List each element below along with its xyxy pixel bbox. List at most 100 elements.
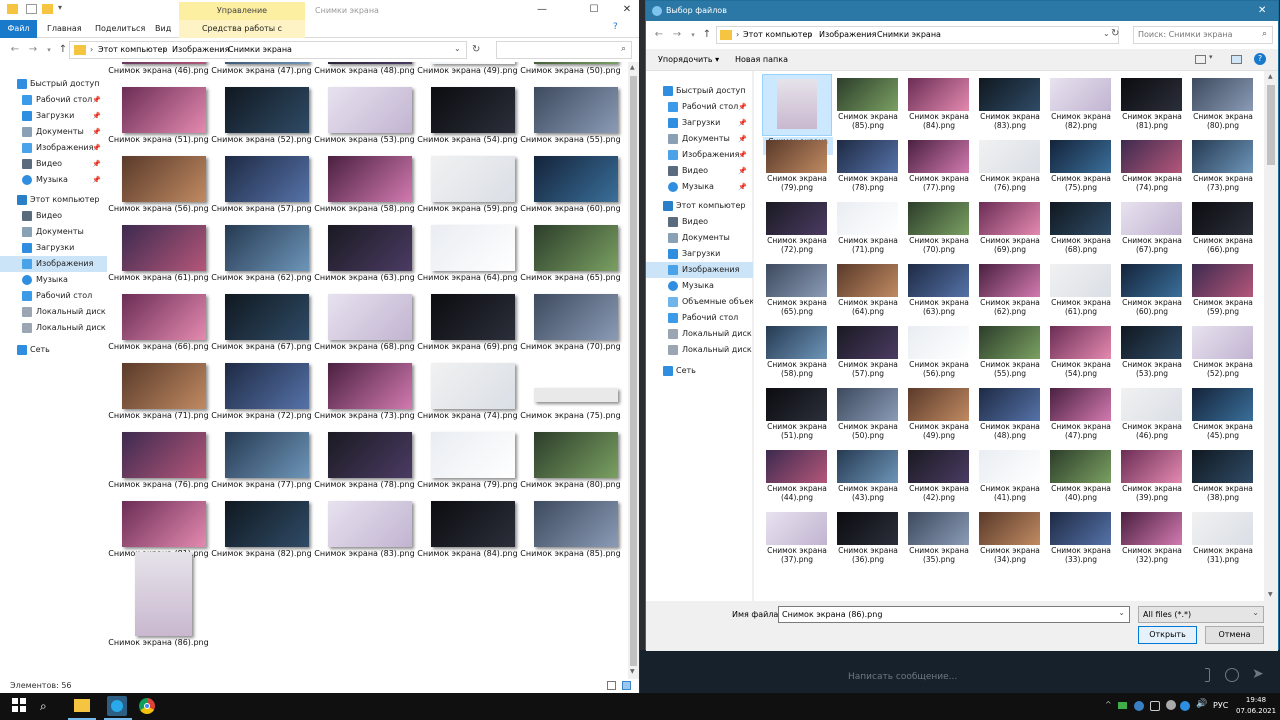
file-tile[interactable]: Снимок экрана (43).png bbox=[833, 446, 903, 508]
scroll-down-icon[interactable]: ▼ bbox=[630, 668, 635, 675]
sidebar-item-network[interactable]: Сеть bbox=[646, 363, 753, 379]
file-tile[interactable]: Снимок экрана (73).png bbox=[1188, 136, 1258, 198]
file-tile[interactable]: Снимок экрана (77).png bbox=[210, 432, 313, 501]
new-folder-button[interactable]: Новая папка bbox=[735, 55, 788, 64]
file-tile[interactable]: Снимок экрана (55).png bbox=[975, 322, 1045, 384]
address-dropdown-icon[interactable]: ⌄ bbox=[454, 44, 461, 53]
file-tile[interactable]: Снимок экрана (76).png bbox=[107, 432, 210, 501]
breadcrumb-item[interactable]: Этот компьютер bbox=[98, 45, 167, 54]
sidebar-item-downloads[interactable]: Загрузки 📌 bbox=[0, 108, 107, 124]
scrollbar-thumb[interactable] bbox=[1267, 85, 1275, 165]
file-tile[interactable]: Снимок экрана (69).png bbox=[975, 198, 1045, 260]
language-indicator[interactable]: РУС bbox=[1213, 701, 1228, 710]
file-tile[interactable]: Снимок экрана (82).png bbox=[210, 501, 313, 570]
search-input[interactable]: ⌕ bbox=[496, 41, 632, 59]
file-explorer-taskbar-icon[interactable] bbox=[74, 699, 90, 712]
file-tile[interactable]: Снимок экрана (80).png bbox=[519, 432, 622, 501]
file-tile[interactable]: Снимок экрана (86).png bbox=[107, 552, 210, 647]
file-tile[interactable]: Снимок экрана (55).png bbox=[519, 87, 622, 156]
vertical-scrollbar[interactable]: ▲ ▼ bbox=[628, 62, 639, 679]
cancel-button[interactable]: Отмена bbox=[1205, 626, 1264, 644]
file-tile[interactable]: Снимок экрана (47).png bbox=[1046, 384, 1116, 446]
file-tile[interactable]: Снимок экрана (76).png bbox=[975, 136, 1045, 198]
minimize-button[interactable]: — bbox=[528, 2, 556, 18]
tray-app-icon[interactable] bbox=[1150, 701, 1160, 711]
open-button[interactable]: Открыть bbox=[1138, 626, 1197, 644]
sidebar-item-pc-pictures[interactable]: Изображения bbox=[0, 256, 107, 272]
sidebar-item-quick-access[interactable]: Быстрый доступ bbox=[0, 76, 107, 92]
details-view-icon[interactable] bbox=[607, 681, 616, 690]
sidebar-item-music[interactable]: Музыка 📌 bbox=[646, 179, 753, 195]
sidebar-item-documents[interactable]: Документы 📌 bbox=[646, 131, 753, 147]
file-tile[interactable]: Снимок экрана (69).png bbox=[416, 294, 519, 363]
quick-access-dropdown-icon[interactable]: ▾ bbox=[58, 3, 62, 12]
tab-home[interactable]: Главная bbox=[47, 20, 82, 38]
sidebar-item-pc-video[interactable]: Видео bbox=[646, 214, 753, 230]
file-tile[interactable]: Снимок экрана (85).png bbox=[519, 501, 622, 570]
sidebar-item-3d-objects[interactable]: Объемные объекты bbox=[646, 294, 753, 310]
file-tile[interactable]: Снимок экрана (60).png bbox=[1117, 260, 1187, 322]
file-tile[interactable]: Снимок экрана (59).png bbox=[1188, 260, 1258, 322]
sidebar-item-video[interactable]: Видео 📌 bbox=[0, 156, 107, 172]
file-tile[interactable]: Снимок экрана (67).png bbox=[210, 294, 313, 363]
sidebar-item-pictures[interactable]: Изображения 📌 bbox=[0, 140, 107, 156]
sidebar-item-pc-desktop[interactable]: Рабочий стол bbox=[646, 310, 753, 326]
refresh-icon[interactable]: ↻ bbox=[1111, 28, 1119, 39]
sidebar-item-pc-video[interactable]: Видео bbox=[0, 208, 107, 224]
file-tile[interactable]: Снимок экрана (46).png bbox=[107, 62, 210, 87]
up-arrow-icon[interactable]: ↑ bbox=[56, 42, 70, 58]
address-dropdown-icon[interactable]: ⌄ bbox=[1103, 29, 1110, 38]
thumbnails-view-icon[interactable] bbox=[622, 681, 631, 690]
file-tile[interactable]: Снимок экрана (56).png bbox=[107, 156, 210, 225]
up-arrow-icon[interactable]: ↑ bbox=[700, 27, 714, 43]
dialog-vertical-scrollbar[interactable]: ▲ ▼ bbox=[1264, 71, 1278, 601]
file-tile[interactable]: Снимок экрана (75).png bbox=[519, 363, 622, 432]
recent-dropdown-icon[interactable]: ▾ bbox=[686, 27, 700, 43]
file-tile[interactable]: Снимок экрана (84).png bbox=[904, 74, 974, 136]
file-tile[interactable]: Снимок экрана (83).png bbox=[313, 501, 416, 570]
file-tile[interactable]: Снимок экрана (77).png bbox=[904, 136, 974, 198]
back-arrow-icon[interactable]: ← bbox=[8, 42, 22, 58]
tray-app-icon[interactable] bbox=[1180, 701, 1190, 711]
start-windows-icon[interactable] bbox=[12, 698, 26, 712]
file-tile[interactable]: Снимок экрана (39).png bbox=[1117, 446, 1187, 508]
recent-dropdown-icon[interactable]: ▾ bbox=[42, 42, 56, 58]
help-icon[interactable]: ? bbox=[613, 22, 618, 32]
telegram-taskbar-icon[interactable] bbox=[107, 696, 127, 716]
sidebar-item-pc-downloads[interactable]: Загрузки bbox=[646, 246, 753, 262]
volume-icon[interactable]: 🔊 bbox=[1196, 699, 1207, 709]
tab-view[interactable]: Вид bbox=[155, 20, 171, 38]
file-tile[interactable]: Снимок экрана (50).png bbox=[833, 384, 903, 446]
emoji-icon[interactable] bbox=[1225, 668, 1239, 682]
file-tile[interactable]: Снимок экрана (82).png bbox=[1046, 74, 1116, 136]
sidebar-item-this-pc[interactable]: Этот компьютер bbox=[646, 198, 753, 214]
new-folder-icon[interactable] bbox=[42, 4, 53, 14]
file-tile[interactable]: Снимок экрана (66).png bbox=[107, 294, 210, 363]
file-tile[interactable]: Снимок экрана (44).png bbox=[762, 446, 832, 508]
tab-share[interactable]: Поделиться bbox=[95, 20, 145, 38]
sidebar-item-quick-access[interactable]: Быстрый доступ bbox=[646, 83, 753, 99]
send-icon[interactable]: ➤ bbox=[1252, 666, 1264, 682]
file-tile[interactable]: Снимок экрана (33).png bbox=[1046, 508, 1116, 570]
file-tile[interactable]: Снимок экрана (54).png bbox=[1046, 322, 1116, 384]
file-tile[interactable]: Снимок экрана (52).png bbox=[210, 87, 313, 156]
file-tile[interactable]: Снимок экрана (75).png bbox=[1046, 136, 1116, 198]
file-tile[interactable]: Снимок экрана (74).png bbox=[416, 363, 519, 432]
file-tile[interactable]: Снимок экрана (83).png bbox=[975, 74, 1045, 136]
file-tile[interactable]: Снимок экрана (71).png bbox=[107, 363, 210, 432]
file-tile[interactable]: Снимок экрана (34).png bbox=[975, 508, 1045, 570]
file-tile[interactable]: Снимок экрана (81).png bbox=[1117, 74, 1187, 136]
tab-picture-tools[interactable]: Средства работы с рисунками bbox=[179, 20, 305, 51]
file-tile[interactable]: Снимок экрана (68).png bbox=[313, 294, 416, 363]
chrome-taskbar-icon[interactable] bbox=[139, 698, 155, 714]
file-tile[interactable]: Снимок экрана (64).png bbox=[833, 260, 903, 322]
file-tile[interactable]: Снимок экрана (62).png bbox=[210, 225, 313, 294]
file-tile[interactable]: Снимок экрана (80).png bbox=[1188, 74, 1258, 136]
sidebar-item-pictures[interactable]: Изображения 📌 bbox=[646, 147, 753, 163]
file-tile[interactable]: Снимок экрана (60).png bbox=[519, 156, 622, 225]
sidebar-item-disk-c[interactable]: Локальный диск (C bbox=[646, 326, 753, 342]
properties-icon[interactable] bbox=[26, 4, 37, 14]
file-tile[interactable]: Снимок экрана (78).png bbox=[313, 432, 416, 501]
organize-menu[interactable]: Упорядочить ▾ bbox=[658, 55, 719, 64]
tray-app-icon[interactable] bbox=[1134, 701, 1144, 711]
